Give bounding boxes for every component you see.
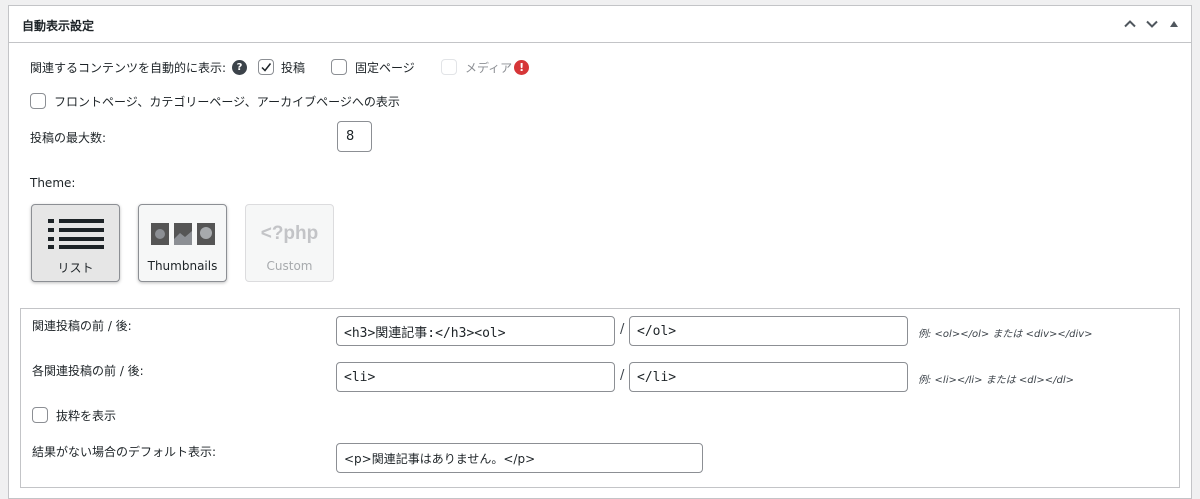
post-type-post-checkbox[interactable] (258, 59, 274, 75)
no-results-label: 結果がない場合のデフォルト表示: (32, 444, 217, 459)
theme-option-list-label: リスト (57, 261, 94, 275)
after-related-input[interactable]: </ol> (629, 316, 908, 346)
before-related-input[interactable]: <h3>関連記事:</h3><ol> (336, 316, 615, 346)
post-type-page-label: 固定ページ (355, 60, 415, 75)
post-type-page[interactable]: 固定ページ (331, 58, 415, 76)
auto-display-row: 関連するコンテンツを自動的に表示: ? (30, 58, 248, 76)
post-type-media-checkbox (441, 59, 457, 75)
before-after-label: 関連投稿の前 / 後: (32, 318, 132, 333)
after-item-input[interactable]: </li> (629, 362, 908, 392)
theme-row: Theme: (30, 174, 75, 192)
item-before-after-label: 各関連投稿の前 / 後: (32, 363, 144, 378)
excerpt-row[interactable]: 抜粋を表示 (32, 406, 116, 424)
archives-checkbox[interactable] (30, 93, 46, 109)
help-icon[interactable]: ? (232, 59, 248, 75)
chevron-up-icon (1124, 20, 1136, 28)
archives-row[interactable]: フロントページ、カテゴリーページ、アーカイブページへの表示 (30, 92, 400, 110)
chevron-down-icon (1146, 20, 1158, 28)
postbox-title: 自動表示設定 (22, 19, 95, 33)
before-item-input[interactable]: <li> (336, 362, 615, 392)
no-results-row: 結果がない場合のデフォルト表示: (32, 442, 216, 460)
warning-icon[interactable]: ! (514, 59, 530, 75)
max-posts-input[interactable]: 8 (337, 121, 372, 152)
post-type-media-label: メディア (465, 60, 513, 75)
theme-option-thumbnails[interactable]: Thumbnails (138, 204, 227, 282)
excerpt-checkbox[interactable] (32, 407, 48, 423)
item-before-after-example: 例: <li></li> または <dl></dl> (918, 375, 1075, 386)
max-posts-label: 投稿の最大数: (30, 130, 107, 145)
postbox-header: 自動表示設定 (9, 6, 1191, 43)
post-type-post[interactable]: 投稿 (258, 58, 305, 76)
no-results-input[interactable]: <p>関連記事はありません。</p> (336, 443, 703, 473)
post-type-post-label: 投稿 (281, 60, 306, 75)
theme-label: Theme: (30, 176, 76, 190)
post-type-page-checkbox[interactable] (331, 59, 347, 75)
php-icon-text: <?php (260, 223, 319, 244)
auto-display-label: 関連するコンテンツを自動的に表示: (30, 60, 227, 75)
item-before-after-row: 各関連投稿の前 / 後: (32, 361, 144, 379)
toggle-panel-button[interactable] (1163, 12, 1185, 36)
list-icon (47, 211, 104, 257)
archives-label: フロントページ、カテゴリーページ、アーカイブページへの表示 (54, 94, 400, 109)
thumbnails-icon (150, 211, 215, 257)
theme-option-list[interactable]: リスト (31, 204, 120, 282)
move-down-button[interactable] (1141, 12, 1163, 36)
excerpt-label: 抜粋を表示 (56, 408, 117, 423)
separator-slash: / (620, 322, 625, 337)
checkmark-icon (261, 63, 272, 72)
handle-actions (1119, 12, 1185, 36)
triangle-up-icon (1170, 21, 1178, 27)
theme-option-custom: <?php Custom (245, 204, 334, 282)
theme-option-thumbnails-label: Thumbnails (147, 259, 218, 273)
before-after-row: 関連投稿の前 / 後: (32, 316, 132, 334)
move-up-button[interactable] (1119, 12, 1141, 36)
max-posts-row: 投稿の最大数: (30, 128, 106, 146)
separator-slash: / (620, 368, 625, 383)
post-type-media: メディア ! (441, 58, 530, 76)
before-after-example: 例: <ol></ol> または <div></div> (918, 329, 1093, 340)
php-icon: <?php (261, 211, 319, 257)
theme-option-custom-label: Custom (266, 259, 313, 273)
